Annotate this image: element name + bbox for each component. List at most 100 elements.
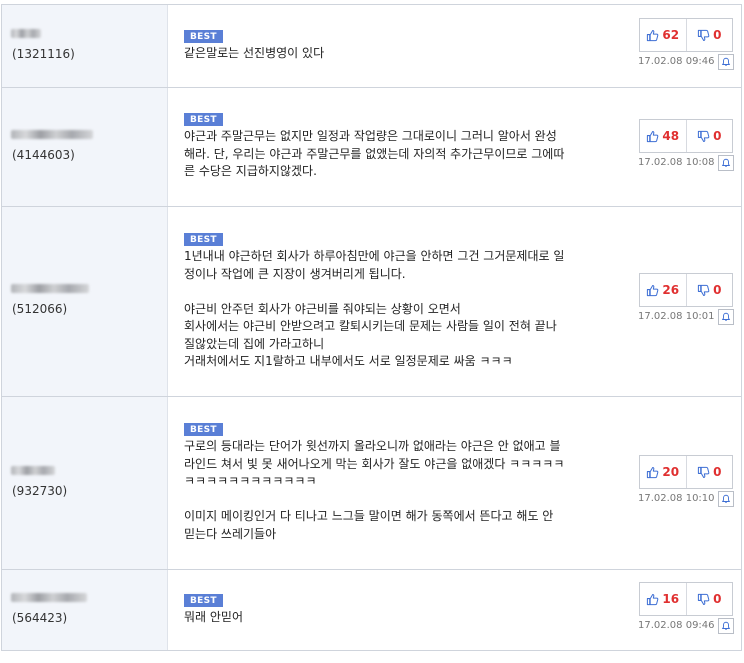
comment-content: BEST 야근과 주말근무는 없지만 일정과 작업량은 그대로이니 그러니 알아서… bbox=[168, 88, 637, 206]
upvote-button[interactable]: 26 bbox=[640, 274, 687, 306]
comment-text-line: 거래처에서도 지1랄하고 내부에서도 서로 일정문제로 싸움 ㅋㅋㅋ bbox=[184, 354, 513, 368]
comment-text: 1년내내 야근하던 회사가 하루아침만에 야근을 안하면 그건 그거문제대로 일… bbox=[184, 248, 565, 371]
comment-date: 17.02.08 10:10 bbox=[638, 493, 715, 504]
comment-text-line: 이미지 메이킹인거 다 티나고 느그들 말이면 해가 동쪽에서 뜬다고 해도 안 bbox=[184, 509, 554, 523]
comment-text-line: 같은말로는 선진병영이 있다 bbox=[184, 46, 325, 60]
comment-text-line: 질않았는데 집에 가라고하니 bbox=[184, 336, 325, 351]
best-badge: BEST bbox=[184, 233, 223, 246]
thumbs-up-icon bbox=[646, 284, 659, 297]
comment-text-line: ㅋㅋㅋㅋㅋㅋㅋㅋㅋㅋㅋㅋ bbox=[184, 474, 317, 488]
comment-text-line: 구로의 등대라는 단어가 윗선까지 올라오니까 없애라는 야근은 안 없애고 블 bbox=[184, 439, 561, 453]
comment-text-line: 라인드 쳐서 빛 못 새어나오게 막는 회사가 잘도 야근을 없애겠다 ㅋㅋㅋㅋ… bbox=[184, 456, 565, 471]
best-badge: BEST bbox=[184, 113, 223, 126]
upvote-count: 62 bbox=[662, 28, 680, 42]
blurred-nickname[interactable] bbox=[11, 465, 55, 475]
comment-list: (1321116) BEST 같은말로는 선진병영이 있다 62 0 17.02.08 0… bbox=[0, 4, 744, 651]
comment-row: (1321116) BEST 같은말로는 선진병영이 있다 62 0 17.02.08 0… bbox=[1, 4, 742, 87]
comment-author: (932730) bbox=[2, 397, 168, 569]
comment-actions: 62 0 17.02.08 09:46 bbox=[637, 5, 741, 87]
report-button[interactable] bbox=[718, 54, 734, 70]
report-button[interactable] bbox=[718, 618, 734, 634]
comment-content: BEST 같은말로는 선진병영이 있다 bbox=[168, 5, 637, 87]
best-badge: BEST bbox=[184, 594, 223, 607]
upvote-button[interactable]: 16 bbox=[640, 583, 687, 615]
downvote-button[interactable]: 0 bbox=[687, 274, 733, 306]
vote-box: 20 0 bbox=[639, 455, 733, 489]
upvote-button[interactable]: 62 bbox=[640, 19, 687, 51]
user-id: (4144603) bbox=[12, 147, 75, 162]
user-id: (564423) bbox=[12, 611, 68, 625]
bell-icon bbox=[721, 621, 731, 631]
report-button[interactable] bbox=[718, 155, 734, 171]
blurred-nickname[interactable] bbox=[11, 28, 41, 38]
upvote-count: 16 bbox=[662, 592, 680, 606]
user-id: (512066) bbox=[12, 302, 68, 316]
report-button[interactable] bbox=[718, 309, 734, 325]
report-button[interactable] bbox=[718, 491, 734, 507]
comment-text-line: 뭐래 안믿어 bbox=[184, 610, 244, 624]
vote-box: 26 0 bbox=[639, 273, 733, 307]
best-badge: BEST bbox=[184, 30, 223, 43]
comment-text: 구로의 등대라는 단어가 윗선까지 올라오니까 없애라는 야근은 안 없애고 블… bbox=[184, 438, 565, 543]
blurred-nickname[interactable] bbox=[11, 129, 93, 139]
downvote-button[interactable]: 0 bbox=[687, 456, 733, 488]
upvote-count: 26 bbox=[662, 283, 680, 297]
comment-text-line: 야근비 안주던 회사가 야근비를 줘야되는 상황이 오면서 bbox=[184, 301, 461, 316]
comment-content: BEST 1년내내 야근하던 회사가 하루아침만에 야근을 안하면 그건 그거문제… bbox=[168, 207, 637, 396]
bell-icon bbox=[721, 494, 731, 504]
upvote-count: 20 bbox=[662, 465, 680, 479]
comment-row: (512066) BEST 1년내내 야근하던 회사가 하루아침만에 야근을 안하면… bbox=[1, 206, 742, 396]
downvote-count: 0 bbox=[713, 28, 722, 42]
vote-box: 48 0 bbox=[639, 119, 733, 153]
comment-content: BEST 구로의 등대라는 단어가 윗선까지 올라오니까 없애라는 야근은 안 없… bbox=[168, 397, 637, 569]
blurred-nickname[interactable] bbox=[11, 284, 89, 293]
comment-author: (4144603) bbox=[2, 88, 168, 206]
comment-text-line: 믿는다 쓰레기들아 bbox=[184, 526, 277, 541]
downvote-button[interactable]: 0 bbox=[687, 583, 733, 615]
upvote-button[interactable]: 20 bbox=[640, 456, 687, 488]
downvote-button[interactable]: 0 bbox=[687, 19, 733, 51]
comment-row: (932730) BEST 구로의 등대라는 단어가 윗선까지 올라오니까 없애라는… bbox=[1, 396, 742, 569]
comment-date: 17.02.08 10:01 bbox=[638, 311, 715, 322]
comment-actions: 48 0 17.02.08 10:08 bbox=[637, 88, 741, 206]
user-id: (932730) bbox=[12, 483, 68, 498]
thumbs-up-icon bbox=[646, 29, 659, 42]
comment-text: 같은말로는 선진병영이 있다 bbox=[184, 45, 541, 63]
comment-row: (564423) BEST 뭐래 안믿어 16 0 17.02.08 09:46 bbox=[1, 569, 742, 651]
bell-icon bbox=[721, 158, 731, 168]
thumbs-down-icon bbox=[697, 29, 710, 42]
comment-actions: 16 0 17.02.08 09:46 bbox=[637, 570, 741, 650]
thumbs-down-icon bbox=[697, 130, 710, 143]
comment-text: 야근과 주말근무는 없지만 일정과 작업량은 그대로이니 그러니 알아서 완성해… bbox=[184, 128, 565, 181]
user-id: (1321116) bbox=[12, 46, 75, 61]
bell-icon bbox=[721, 57, 731, 67]
comment-text-line: 회사에서는 야근비 안받으려고 칼퇴시키는데 문제는 사람들 일이 전혀 끝나 bbox=[184, 319, 557, 333]
downvote-count: 0 bbox=[713, 592, 722, 606]
comment-content: BEST 뭐래 안믿어 bbox=[168, 570, 637, 650]
downvote-count: 0 bbox=[713, 129, 722, 143]
comment-author: (564423) bbox=[2, 570, 168, 650]
comment-date: 17.02.08 09:46 bbox=[638, 620, 715, 631]
thumbs-down-icon bbox=[697, 466, 710, 479]
blurred-nickname[interactable] bbox=[11, 593, 87, 602]
thumbs-up-icon bbox=[646, 593, 659, 606]
downvote-count: 0 bbox=[713, 465, 722, 479]
upvote-button[interactable]: 48 bbox=[640, 120, 687, 152]
comment-actions: 20 0 17.02.08 10:10 bbox=[637, 397, 741, 569]
comment-text-line: 1년내내 야근하던 회사가 하루아침만에 야근을 안하면 그건 그거문제대로 일 bbox=[184, 249, 565, 263]
bell-icon bbox=[721, 312, 731, 322]
upvote-count: 48 bbox=[662, 129, 680, 143]
thumbs-up-icon bbox=[646, 466, 659, 479]
comment-text-line bbox=[184, 283, 541, 301]
comment-text-line: 야근과 주말근무는 없지만 일정과 작업량은 그대로이니 그러니 알아서 완성 bbox=[184, 129, 557, 143]
comment-text: 뭐래 안믿어 bbox=[184, 609, 541, 627]
vote-box: 62 0 bbox=[639, 18, 733, 52]
comment-author: (1321116) bbox=[2, 5, 168, 87]
downvote-button[interactable]: 0 bbox=[687, 120, 733, 152]
comment-author: (512066) bbox=[2, 207, 168, 396]
comment-text-line: 해라. 단, 우리는 야근과 주말근무를 없앴는데 자의적 추가근무이므로 그에… bbox=[184, 146, 565, 161]
best-badge: BEST bbox=[184, 423, 223, 436]
comment-text-line: 른 수당은 지급하지않겠다. bbox=[184, 164, 317, 178]
comment-date: 17.02.08 10:08 bbox=[638, 157, 715, 168]
thumbs-down-icon bbox=[697, 284, 710, 297]
